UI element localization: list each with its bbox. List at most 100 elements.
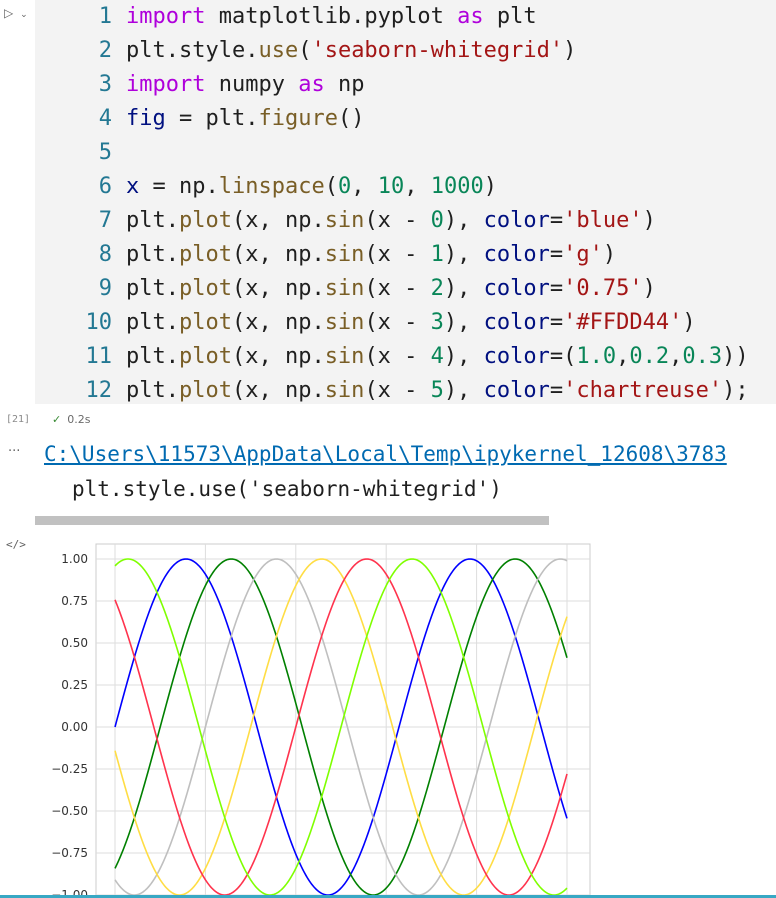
code-token: () — [337, 106, 365, 131]
code-token: plt. — [126, 378, 179, 403]
y-tick-label: −0.75 — [51, 846, 88, 860]
code-token: ), — [443, 208, 484, 233]
code-token: (x - — [364, 276, 431, 301]
code-token: 'seaborn-whitegrid' — [311, 38, 564, 63]
code-token: (x - — [364, 310, 431, 335]
code-line[interactable]: 7 plt.plot(x, np.sin(x - 0), color='blue'… — [0, 204, 656, 238]
code-token: (x - — [364, 378, 431, 403]
line-number: 12 — [85, 378, 113, 403]
code-token: , — [404, 174, 431, 199]
code-line[interactable]: 3 import numpy as np — [0, 68, 365, 102]
warning-file-link[interactable]: C:\Users\11573\AppData\Local\Temp\ipyker… — [44, 442, 727, 466]
code-token: 2 — [430, 276, 444, 301]
code-token: plot — [178, 378, 232, 403]
code-token: plt. — [126, 344, 179, 369]
code-token: plt — [483, 4, 537, 29]
code-token: 0 — [430, 208, 444, 233]
code-token: 'g' — [563, 242, 603, 267]
code-token: import — [126, 4, 206, 29]
code-token: 1.0 — [576, 344, 617, 369]
code-token: ( — [298, 38, 312, 63]
code-text: plt.plot(x, np.sin(x - 2), color='0.75') — [112, 276, 656, 301]
code-token: = — [549, 378, 564, 403]
code-line[interactable]: 8 plt.plot(x, np.sin(x - 1), color='g') — [0, 238, 616, 272]
code-token: plot — [178, 344, 232, 369]
code-token: ) — [682, 310, 696, 335]
code-text: plt.plot(x, np.sin(x - 3), color='#FFDD4… — [112, 310, 696, 335]
output-menu-icon[interactable]: ... — [8, 440, 20, 455]
code-token: import — [126, 72, 206, 97]
code-token: color — [483, 242, 550, 267]
code-token: '0.75' — [563, 276, 643, 301]
code-token: color — [483, 208, 550, 233]
output-horizontal-scrollbar[interactable] — [35, 516, 549, 525]
code-token: plot — [178, 242, 232, 267]
execution-duration: 0.2s — [67, 413, 91, 426]
code-token: (x, np. — [231, 344, 325, 369]
code-token: 5 — [430, 378, 444, 403]
code-line[interactable]: 12 plt.plot(x, np.sin(x - 5), color='char… — [0, 374, 749, 408]
code-line[interactable]: 2 plt.style.use('seaborn-whitegrid') — [0, 34, 577, 68]
code-text: plt.plot(x, np.sin(x - 4), color=(1.0,0.… — [112, 344, 749, 369]
line-number: 4 — [98, 106, 112, 131]
line-number: 10 — [85, 310, 113, 335]
code-line[interactable]: 10 plt.plot(x, np.sin(x - 3), color='#FFD… — [0, 306, 696, 340]
code-text: plt.style.use('seaborn-whitegrid') — [112, 38, 576, 63]
code-token: 1000 — [430, 174, 484, 199]
y-tick-label: 0.75 — [61, 594, 88, 608]
code-text: x = np.linspace(0, 10, 1000) — [112, 174, 497, 199]
code-token: as — [457, 4, 484, 29]
code-token: plt.style. — [126, 38, 259, 63]
code-token: color — [483, 378, 550, 403]
code-token: = — [549, 276, 564, 301]
code-token: , — [616, 344, 630, 369]
code-token: ) — [642, 208, 656, 233]
code-token: plt. — [126, 242, 179, 267]
code-token: = — [549, 242, 564, 267]
code-text: import matplotlib.pyplot as plt — [112, 4, 537, 29]
y-tick-label: −0.50 — [51, 804, 88, 818]
y-tick-label: 0.25 — [61, 678, 88, 692]
code-token: sin — [324, 208, 365, 233]
code-token: sin — [324, 344, 365, 369]
code-line[interactable]: 9 plt.plot(x, np.sin(x - 2), color='0.75'… — [0, 272, 656, 306]
code-token: 0.2 — [629, 344, 670, 369]
code-token: sin — [324, 378, 365, 403]
line-number: 3 — [98, 72, 112, 97]
code-token: (x, np. — [231, 378, 325, 403]
code-token: color — [483, 276, 550, 301]
line-number: 6 — [98, 174, 112, 199]
code-token: numpy — [205, 72, 299, 97]
line-number: 1 — [98, 4, 112, 29]
code-token: sin — [324, 242, 365, 267]
line-number: 11 — [85, 344, 113, 369]
code-token: fig — [126, 106, 166, 131]
code-token: matplotlib.pyplot — [205, 4, 458, 29]
code-token: as — [298, 72, 325, 97]
code-line[interactable]: 1 import matplotlib.pyplot as plt — [0, 0, 537, 34]
code-token: , — [669, 344, 683, 369]
code-token: (x, np. — [231, 310, 325, 335]
code-token: figure — [258, 106, 338, 131]
line-number: 9 — [98, 276, 112, 301]
y-tick-label: 0.00 — [61, 720, 88, 734]
code-token: ), — [443, 378, 484, 403]
code-token: ), — [443, 344, 484, 369]
code-line[interactable]: 5 — [0, 136, 126, 170]
code-token: plt. — [126, 310, 179, 335]
code-token: 10 — [377, 174, 405, 199]
code-token: )) — [722, 344, 749, 369]
line-number: 8 — [98, 242, 112, 267]
code-text: import numpy as np — [112, 72, 364, 97]
code-line[interactable]: 11 plt.plot(x, np.sin(x - 4), color=(1.0,… — [0, 340, 749, 374]
code-line[interactable]: 4 fig = plt.figure() — [0, 102, 365, 136]
code-line[interactable]: 6x = np.linspace(0, 10, 1000) — [0, 170, 497, 204]
code-text: plt.plot(x, np.sin(x - 0), color='blue') — [112, 208, 656, 233]
code-token: ), — [443, 242, 484, 267]
line-number: 7 — [98, 208, 112, 233]
code-token: ), — [443, 310, 484, 335]
code-token: 4 — [430, 344, 444, 369]
code-token: (x, np. — [231, 242, 325, 267]
line-number: 2 — [98, 38, 112, 63]
code-token: 0 — [337, 174, 352, 199]
